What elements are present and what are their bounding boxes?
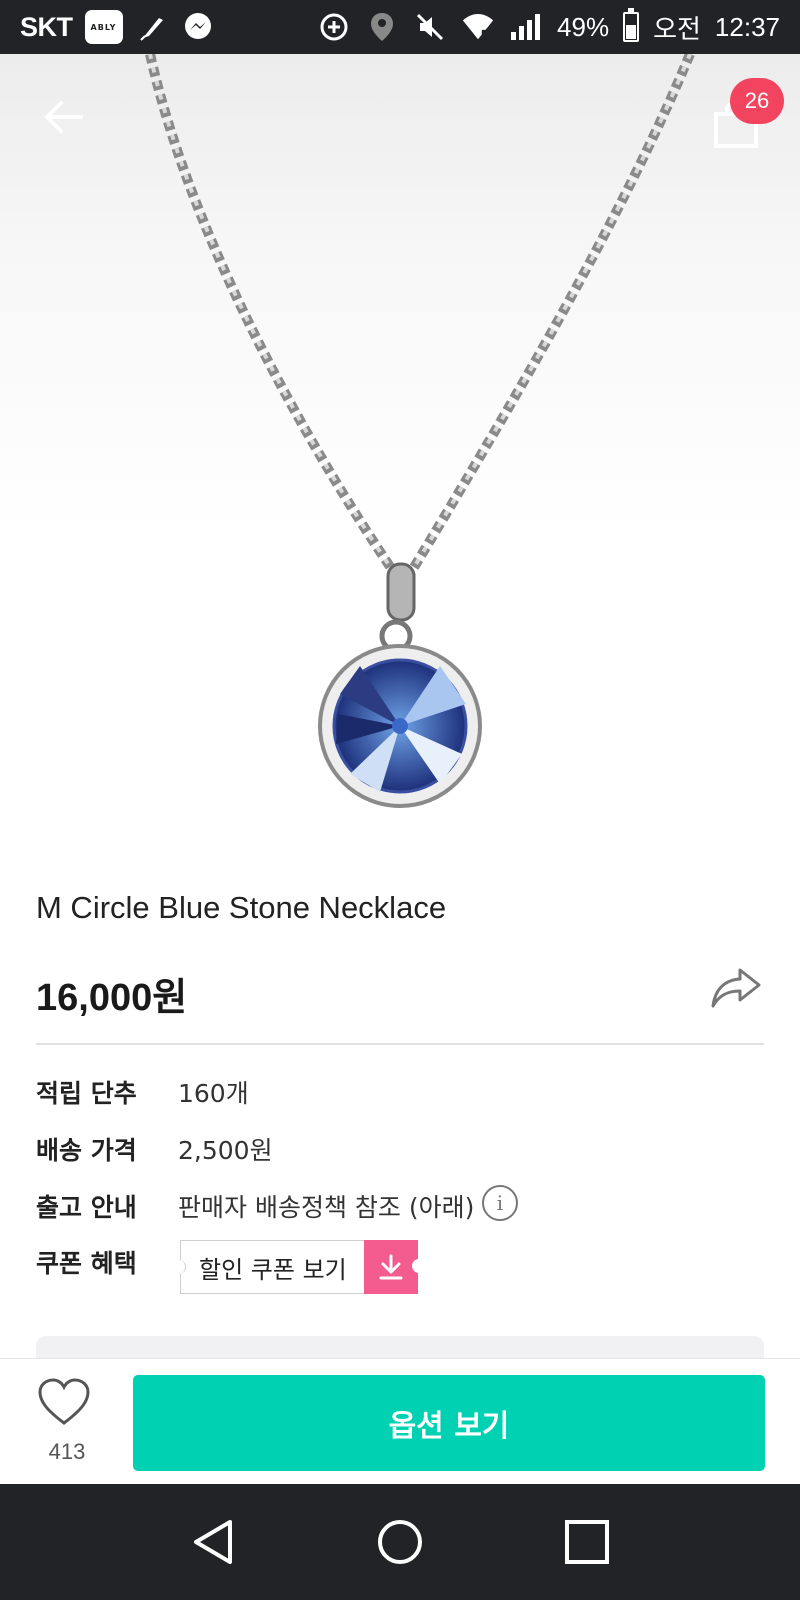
view-options-button[interactable]: 옵션 보기: [133, 1375, 765, 1471]
download-icon: [364, 1240, 424, 1294]
shipping-value: 2,500원: [178, 1136, 273, 1165]
messenger-icon: [181, 10, 215, 44]
shipping-label: 배송 가격: [36, 1136, 137, 1165]
like-count: 413: [48, 1439, 86, 1464]
coupon-button[interactable]: 할인 쿠폰 보기: [173, 1240, 424, 1294]
share-icon: [711, 968, 761, 1008]
cart-count-badge: 26: [730, 78, 784, 124]
location-icon: [365, 10, 399, 44]
bottom-action-bar: 413 옵션 보기: [0, 1358, 800, 1484]
necklace-image: [145, 54, 695, 808]
ably-app-icon: ABLY: [84, 10, 123, 44]
coupon-label: 쿠폰 혜택: [36, 1249, 137, 1278]
clock-time: 12:37: [714, 11, 780, 42]
clock-ampm: 오전: [653, 13, 701, 44]
nav-back-icon: [194, 1520, 233, 1564]
nav-back-button[interactable]: [183, 1512, 243, 1572]
share-button[interactable]: [710, 966, 764, 1010]
divider: [36, 1043, 764, 1045]
signal-icon: [509, 10, 543, 44]
status-bar: SKT ABLY 49% 오전 12:37: [0, 0, 800, 54]
release-label: 출고 안내: [36, 1193, 137, 1222]
system-nav-bar: [0, 1484, 800, 1600]
points-label: 적립 단추: [36, 1079, 137, 1108]
points-value: 160개: [178, 1079, 249, 1108]
product-image[interactable]: 26: [0, 54, 800, 854]
carrier-label: SKT: [20, 11, 73, 42]
battery-icon: [623, 8, 640, 42]
back-button[interactable]: [38, 92, 88, 142]
coupon-button-label: 할인 쿠폰 보기: [173, 1240, 364, 1294]
back-arrow-icon: [45, 101, 83, 133]
release-value: 판매자 배송정책 참조 (아래): [178, 1193, 475, 1222]
data-saver-icon: [317, 10, 351, 44]
nav-home-button[interactable]: [370, 1512, 430, 1572]
info-icon[interactable]: i: [482, 1185, 518, 1221]
nav-recents-button[interactable]: [557, 1512, 617, 1572]
nav-recents-icon: [564, 1520, 609, 1564]
nav-home-icon: [377, 1520, 422, 1564]
product-title: M Circle Blue Stone Necklace: [36, 890, 447, 925]
feather-app-icon: [135, 10, 169, 44]
battery-percent: 49%: [557, 11, 610, 42]
heart-icon: [38, 1378, 90, 1425]
wifi-icon: [461, 10, 495, 44]
mute-icon: [413, 10, 447, 44]
product-price: 16,000원: [36, 977, 188, 1019]
like-button[interactable]: [36, 1377, 98, 1431]
